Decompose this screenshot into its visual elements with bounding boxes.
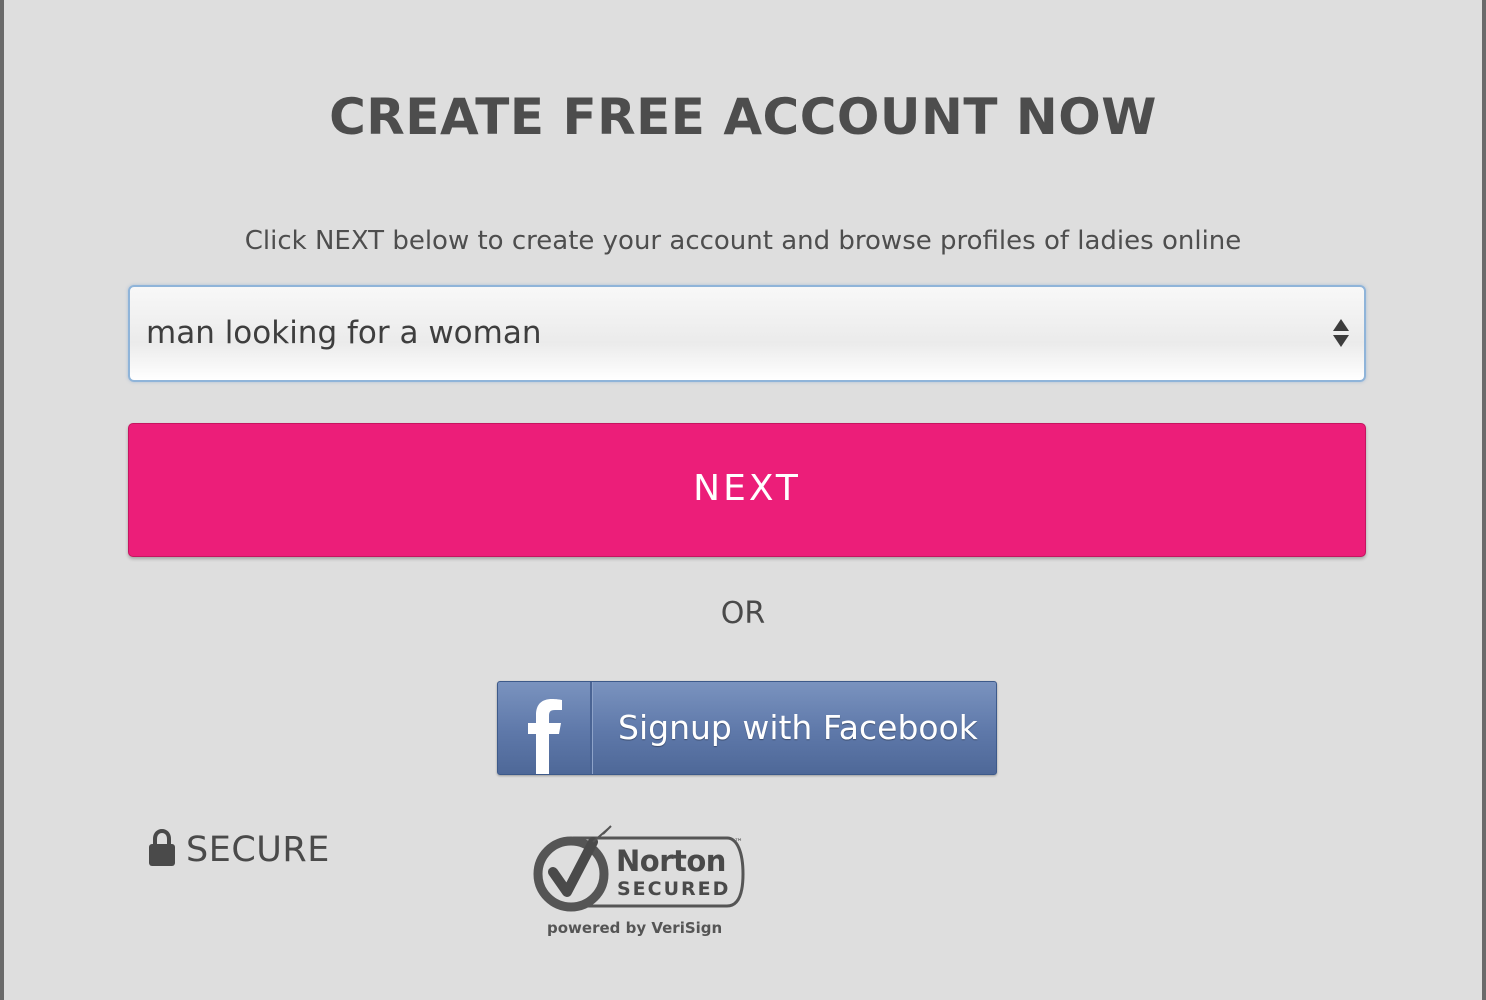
seeking-select[interactable]: man looking for a woman xyxy=(128,285,1366,382)
secure-indicator: SECURE xyxy=(148,828,330,872)
next-button-label: NEXT xyxy=(693,468,801,509)
norton-tm: ™ xyxy=(734,838,743,848)
facebook-f-icon xyxy=(498,682,592,774)
seeking-select-value: man looking for a woman xyxy=(146,315,542,351)
norton-powered-by: powered by VeriSign xyxy=(547,919,723,937)
norton-brand: Norton xyxy=(616,844,726,878)
page-subtitle: Click NEXT below to create your account … xyxy=(244,226,1242,256)
facebook-signup-button[interactable]: Signup with Facebook xyxy=(497,681,997,775)
facebook-signup-label: Signup with Facebook xyxy=(618,708,978,747)
page-title: CREATE FREE ACCOUNT NOW xyxy=(329,88,1157,146)
select-arrows-icon xyxy=(1332,317,1350,349)
next-button[interactable]: NEXT xyxy=(128,423,1366,557)
norton-secured-badge[interactable]: Norton ™ SECURED powered by VeriSign xyxy=(531,822,751,942)
or-divider: OR xyxy=(720,596,766,631)
signup-page: CREATE FREE ACCOUNT NOW Click NEXT below… xyxy=(0,0,1486,1000)
secure-label: SECURE xyxy=(186,830,330,870)
norton-secured-text: SECURED xyxy=(617,878,731,900)
lock-icon xyxy=(148,828,176,871)
